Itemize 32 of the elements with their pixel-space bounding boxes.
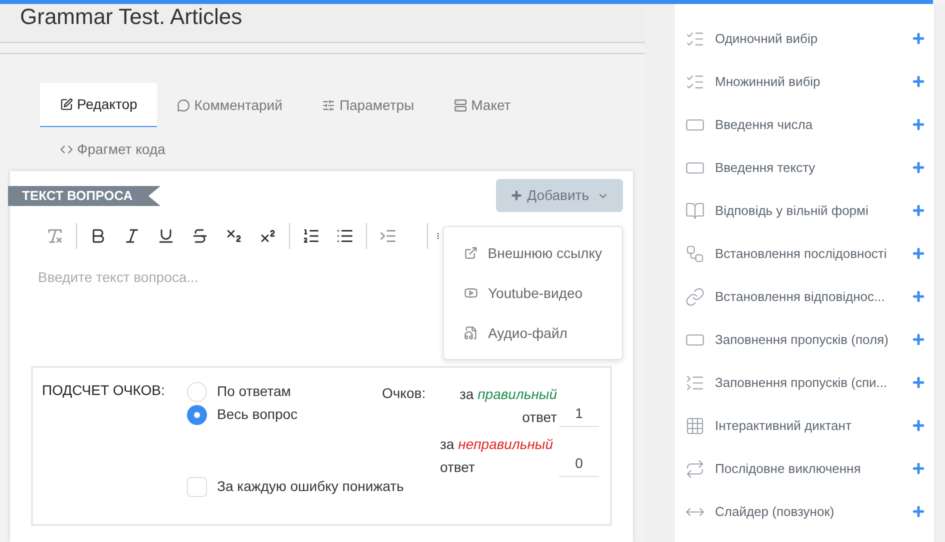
menu-item[interactable]: Внешнюю ссылку	[444, 233, 622, 273]
section-ribbon: ТЕКСТ ВОПРОСА	[8, 186, 161, 206]
tab[interactable]: Параметры	[302, 83, 434, 127]
question-type-label: Слайдер (повзунок)	[715, 502, 836, 521]
question-type-label: Одиночний вибір	[715, 30, 819, 48]
question-type-label: Відповідь у вільній формі	[715, 202, 870, 220]
tab[interactable]: Комментарий	[157, 83, 302, 127]
question-type-label: Інтерактивний диктант	[715, 416, 852, 435]
points-input[interactable]: 1	[559, 403, 599, 427]
points-caption: за неправильный ответ	[440, 435, 554, 477]
question-type-label: Заповнення пропусків (поля)	[715, 330, 890, 349]
radio-label: По ответам	[217, 382, 291, 401]
tab[interactable]: Редактор	[40, 83, 158, 127]
question-type-label: Встановлення послідовності	[715, 244, 888, 263]
question-type-label: Послідовне виключення	[715, 460, 862, 478]
page-title: Grammar Test. Articles	[20, 4, 242, 30]
points-input[interactable]: 0	[559, 453, 599, 477]
question-type-label: Множинний вибір	[715, 72, 822, 91]
points-caption: за правильный ответ	[458, 385, 557, 427]
menu-item[interactable]: Аудио-файл	[444, 313, 622, 353]
question-type-label: Введення числа	[715, 116, 814, 134]
radio-label: Весь вопрос	[217, 405, 298, 424]
tab[interactable]: Фрагмет кода	[40, 127, 186, 171]
add-button[interactable]: Добавить	[496, 179, 623, 212]
checkbox-label: За каждую ошибку понижать	[217, 477, 404, 496]
tab[interactable]: Макет	[434, 83, 531, 127]
points-label: Очков:	[382, 385, 426, 401]
question-type-label: Введення тексту	[715, 158, 816, 177]
question-type-label: Заповнення пропусків (спи...	[715, 374, 888, 392]
question-type-label: Встановлення відповіднос...	[715, 288, 886, 306]
menu-item[interactable]: Youtube-видео	[444, 273, 622, 313]
scoring-title: ПОДСЧЕТ ОЧКОВ:	[42, 382, 165, 398]
